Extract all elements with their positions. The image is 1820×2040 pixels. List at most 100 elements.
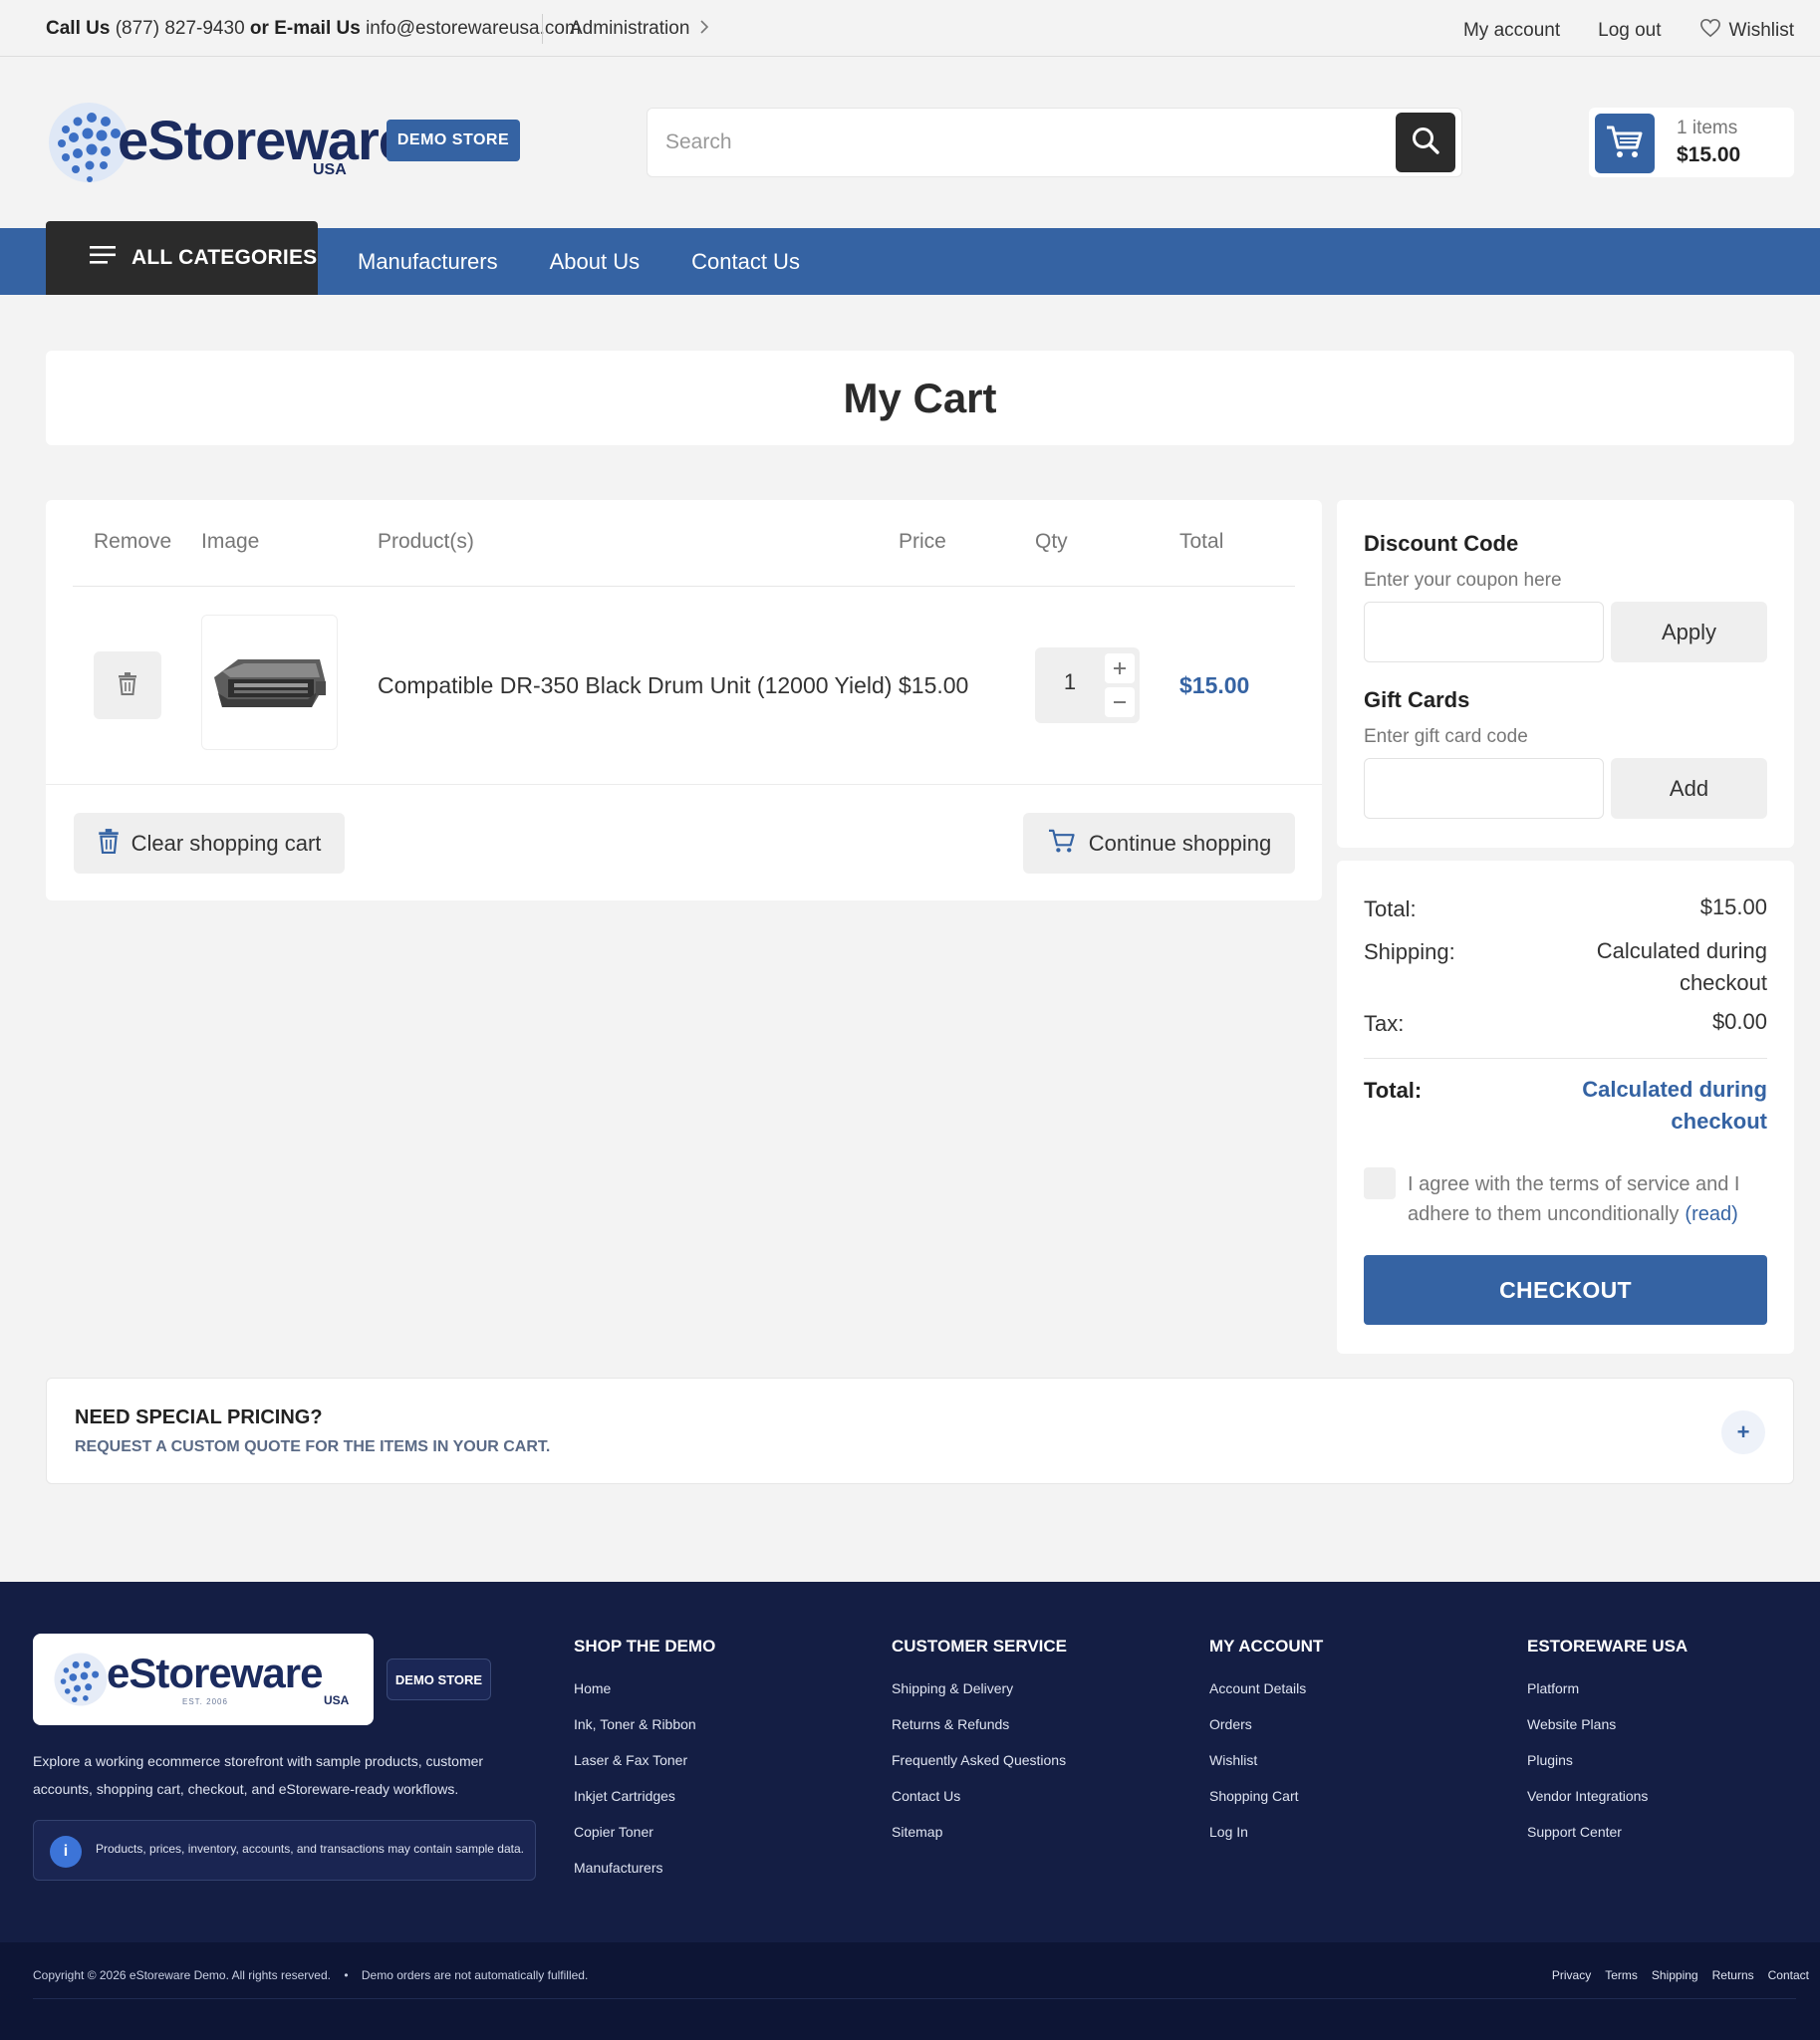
remove-item-button[interactable] <box>94 651 161 719</box>
search-button[interactable] <box>1396 113 1455 172</box>
or-text: or <box>249 18 269 39</box>
line-total: $15.00 <box>1179 672 1250 698</box>
email-link[interactable]: info@estorewareusa.com <box>366 18 581 39</box>
footer-link[interactable]: Laser & Fax Toner <box>574 1752 715 1788</box>
cart-icon-box <box>1595 114 1655 173</box>
footer-bottom-links: Privacy Terms Shipping Returns Contact <box>1552 1968 1809 1982</box>
terms-text: I agree with the terms of service and I … <box>1408 1169 1746 1229</box>
footer-link[interactable]: Platform <box>1527 1680 1688 1716</box>
store-logo[interactable]: eStoreware USA DEMO STORE <box>46 100 524 189</box>
hamburger-icon <box>90 246 118 270</box>
footer-link[interactable]: Inkjet Cartridges <box>574 1788 715 1824</box>
terms-read-link[interactable]: (read) <box>1685 1203 1737 1225</box>
footer-col-shop: SHOP THE DEMO Home Ink, Toner & Ribbon L… <box>574 1637 715 1896</box>
copyright-text: Copyright © 2026 eStoreware Demo. All ri… <box>33 1968 331 1982</box>
quantity-input[interactable]: 1 <box>1035 669 1105 695</box>
footer-logo-est: EST. 2006 <box>182 1697 228 1706</box>
footer-link[interactable]: Returns & Refunds <box>892 1716 1067 1752</box>
plus-icon <box>1113 655 1127 681</box>
trash-icon <box>118 671 137 700</box>
subtotal-value: $15.00 <box>1699 894 1767 919</box>
top-bar: Call Us (877) 827-9430 or E-mail Us info… <box>0 0 1820 57</box>
quantity-stepper: 1 <box>1035 647 1140 723</box>
demo-store-badge: DEMO STORE <box>387 120 520 161</box>
gift-cards-title: Gift Cards <box>1364 687 1470 712</box>
clear-cart-label: Clear shopping cart <box>130 830 322 856</box>
shipping-value-line2: checkout <box>1679 970 1767 995</box>
clear-cart-button[interactable]: Clear shopping cart <box>74 813 345 874</box>
footer-link-contact[interactable]: Contact <box>1768 1968 1809 1982</box>
footer-logo[interactable]: eStoreware EST. 2006 USA <box>33 1634 374 1725</box>
footer-link[interactable]: Log In <box>1209 1824 1323 1860</box>
page-title: My Cart <box>843 374 997 421</box>
phone-number[interactable]: (877) 827-9430 <box>116 18 245 39</box>
footer-link[interactable]: Shipping & Delivery <box>892 1680 1067 1716</box>
my-account-link[interactable]: My account <box>1463 20 1560 42</box>
col-header-remove: Remove <box>94 530 172 553</box>
special-pricing-panel[interactable]: NEED SPECIAL PRICING? REQUEST A CUSTOM Q… <box>46 1378 1794 1484</box>
nav-item-contact-us[interactable]: Contact Us <box>691 249 800 275</box>
footer-link[interactable]: Copier Toner <box>574 1824 715 1860</box>
globe-icon <box>49 103 129 182</box>
bullet-separator: • <box>344 1968 349 1982</box>
footer-link[interactable]: Manufacturers <box>574 1860 715 1896</box>
quantity-increase-button[interactable] <box>1105 653 1135 683</box>
footer-logo-sub: USA <box>324 1693 350 1707</box>
footer-link[interactable]: Account Details <box>1209 1680 1323 1716</box>
demo-notice: Demo orders are not automatically fulfil… <box>361 1968 589 1982</box>
trash-icon <box>98 828 120 860</box>
col-header-products: Product(s) <box>378 530 474 553</box>
add-gift-card-button[interactable]: Add <box>1611 758 1767 819</box>
gift-card-input[interactable] <box>1364 758 1604 819</box>
grand-total-line2: checkout <box>1671 1109 1767 1134</box>
footer-link[interactable]: Shopping Cart <box>1209 1788 1323 1824</box>
table-divider <box>73 586 1295 587</box>
discount-code-title: Discount Code <box>1364 531 1519 556</box>
all-categories-button[interactable]: ALL CATEGORIES <box>46 221 318 295</box>
grand-total-label: Total: <box>1364 1078 1423 1103</box>
footer-link[interactable]: Contact Us <box>892 1788 1067 1824</box>
footer-col-my-account: MY ACCOUNT Account Details Orders Wishli… <box>1209 1637 1323 1860</box>
footer-note-text: Products, prices, inventory, accounts, a… <box>96 1842 524 1856</box>
tax-value: $0.00 <box>1711 1009 1767 1034</box>
footer-link[interactable]: Home <box>574 1680 715 1716</box>
search-input[interactable] <box>648 109 1385 176</box>
continue-shopping-button[interactable]: Continue shopping <box>1023 813 1295 874</box>
footer-col-title: CUSTOMER SERVICE <box>892 1637 1068 1656</box>
footer-link-terms[interactable]: Terms <box>1605 1968 1638 1982</box>
log-out-link[interactable]: Log out <box>1598 20 1661 42</box>
mini-cart[interactable]: 1 items $15.00 <box>1589 108 1794 177</box>
wishlist-label: Wishlist <box>1728 20 1794 41</box>
footer-link[interactable]: Vendor Integrations <box>1527 1788 1688 1824</box>
special-pricing-title: NEED SPECIAL PRICING? <box>75 1406 323 1428</box>
footer-link[interactable]: Orders <box>1209 1716 1323 1752</box>
nav-item-manufacturers[interactable]: Manufacturers <box>358 249 498 275</box>
cart-icon <box>1605 124 1645 164</box>
footer-link[interactable]: Sitemap <box>892 1824 1067 1860</box>
cart-item-count: 1 items <box>1677 118 1738 138</box>
footer-link[interactable]: Frequently Asked Questions <box>892 1752 1067 1788</box>
checkout-button[interactable]: CHECKOUT <box>1364 1255 1767 1325</box>
footer-bottom-divider <box>33 1998 1796 1999</box>
apply-discount-button[interactable]: Apply <box>1611 602 1767 662</box>
col-header-total: Total <box>1179 530 1224 553</box>
col-header-image: Image <box>201 530 260 553</box>
expand-plus-icon[interactable]: + <box>1721 1410 1765 1454</box>
footer-link-shipping[interactable]: Shipping <box>1652 1968 1698 1982</box>
footer-link-returns[interactable]: Returns <box>1712 1968 1754 1982</box>
discount-code-input[interactable] <box>1364 602 1604 662</box>
footer-link[interactable]: Support Center <box>1527 1824 1688 1860</box>
footer-link[interactable]: Ink, Toner & Ribbon <box>574 1716 715 1752</box>
wishlist-link[interactable]: Wishlist <box>1699 18 1794 44</box>
quantity-decrease-button[interactable] <box>1105 687 1135 717</box>
nav-item-about-us[interactable]: About Us <box>550 249 641 275</box>
terms-checkbox[interactable] <box>1364 1167 1396 1199</box>
administration-link[interactable]: Administration <box>570 18 709 40</box>
footer-link[interactable]: Wishlist <box>1209 1752 1323 1788</box>
footer-link[interactable]: Website Plans <box>1527 1716 1688 1752</box>
footer-link-privacy[interactable]: Privacy <box>1552 1968 1591 1982</box>
footer-link[interactable]: Plugins <box>1527 1752 1688 1788</box>
shipping-label: Shipping: <box>1364 939 1455 964</box>
product-image[interactable] <box>201 615 338 750</box>
product-name[interactable]: Compatible DR-350 Black Drum Unit (12000… <box>378 672 892 699</box>
